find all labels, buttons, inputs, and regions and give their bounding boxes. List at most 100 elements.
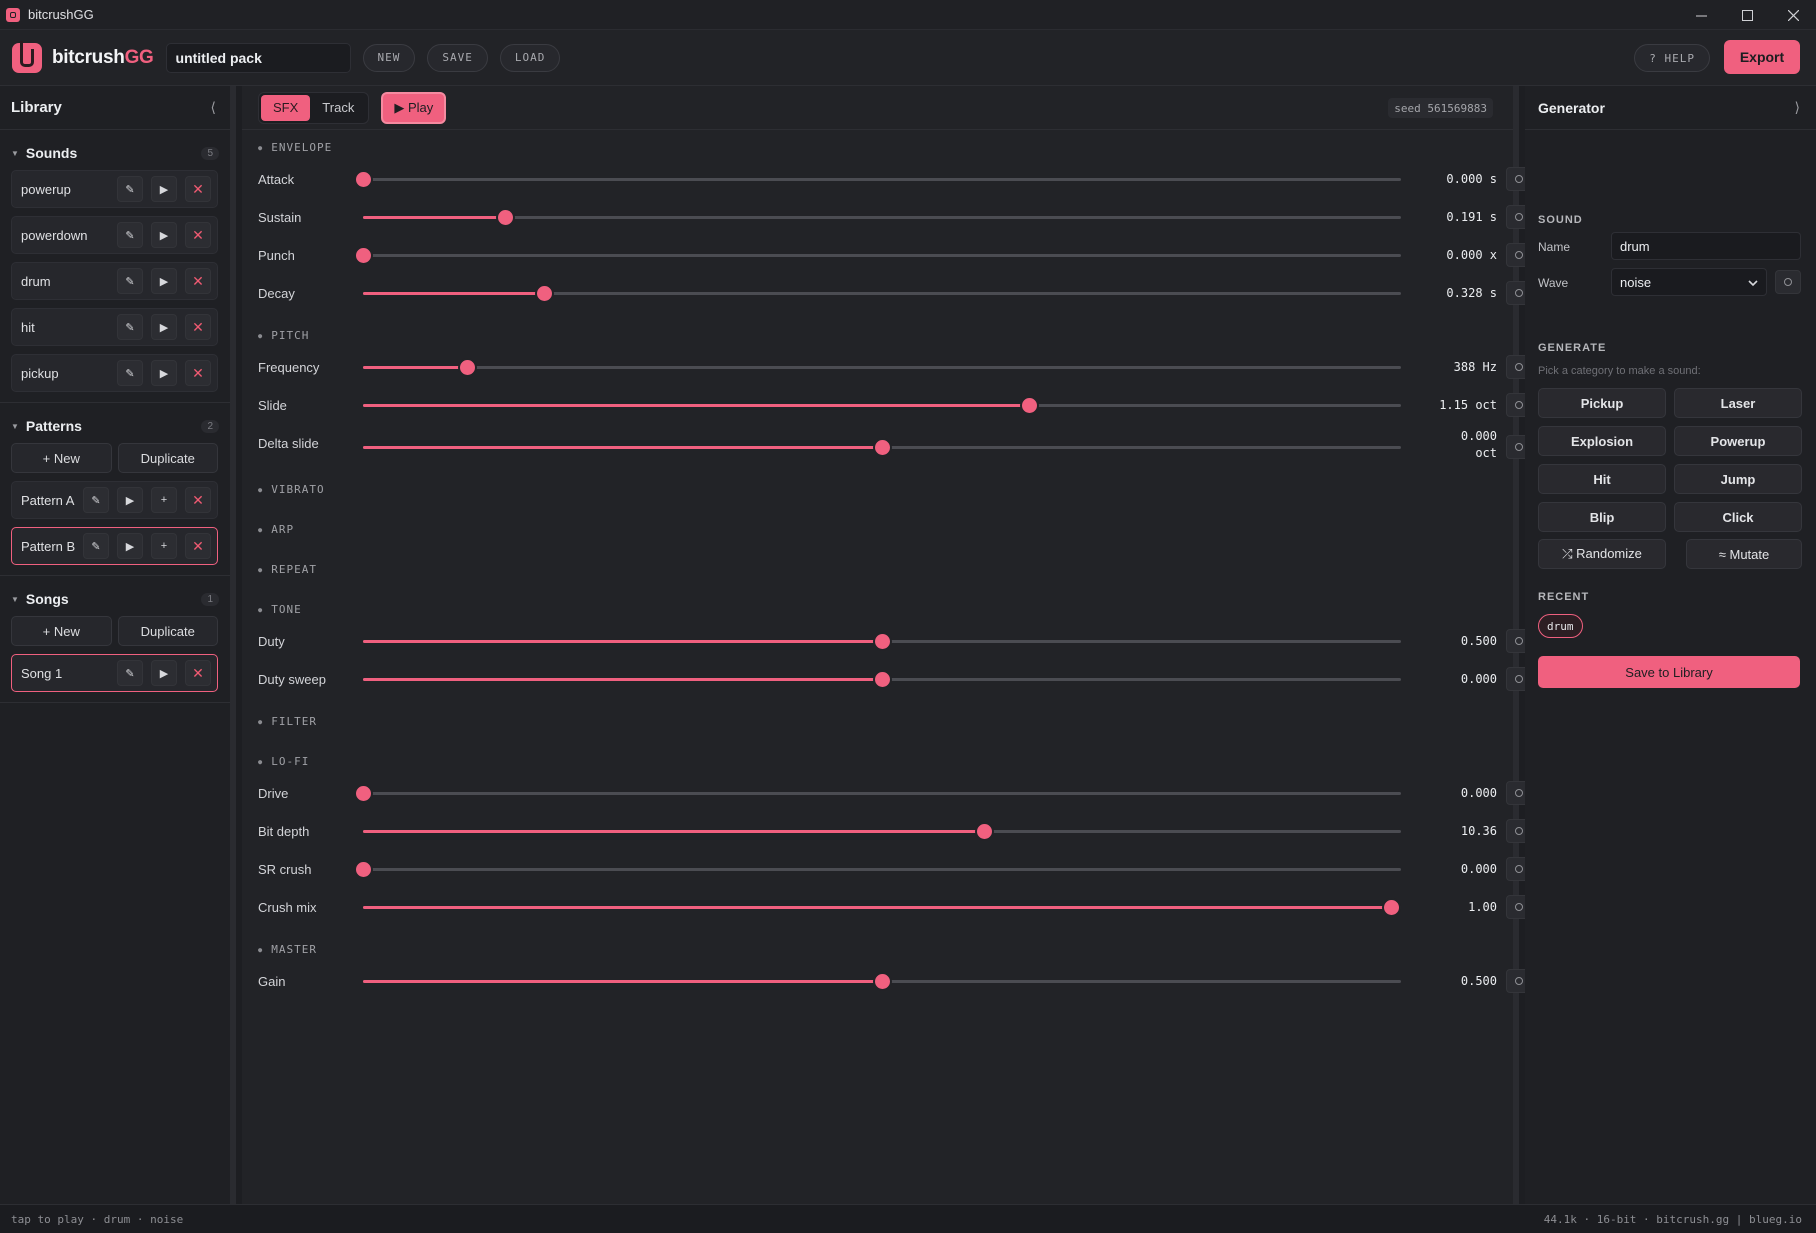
delete-icon[interactable]: ✕ — [185, 268, 211, 294]
play-icon[interactable]: ▶ — [151, 176, 177, 202]
wave-select[interactable]: noise — [1611, 268, 1767, 296]
slider-thumb[interactable] — [459, 360, 475, 375]
slider-thumb[interactable] — [875, 672, 890, 687]
patterns-section-header[interactable]: ▼ Patterns 2 — [11, 415, 219, 437]
library-item[interactable]: Pattern B ✎ ▶ + ✕ — [11, 527, 218, 565]
collapse-generator-icon[interactable]: ⟩ — [1795, 99, 1800, 116]
delete-icon[interactable]: ✕ — [185, 360, 211, 386]
param-slider[interactable] — [363, 900, 1401, 915]
category-explosion-button[interactable]: Explosion — [1538, 426, 1666, 456]
pack-name-input[interactable] — [165, 42, 351, 73]
param-group-repeat[interactable]: ● REPEAT — [258, 563, 317, 576]
songs-section-header[interactable]: ▼ Songs 1 — [11, 588, 219, 610]
category-blip-button[interactable]: Blip — [1538, 502, 1666, 532]
param-group-filter[interactable]: ● FILTER — [258, 715, 317, 728]
new-songs-button[interactable]: + New — [11, 616, 112, 646]
param-slider[interactable] — [363, 286, 1401, 301]
param-slider[interactable] — [363, 634, 1401, 649]
param-group-lo-fi[interactable]: ● LO-FI — [258, 755, 309, 768]
close-window-icon[interactable] — [1770, 0, 1816, 30]
category-click-button[interactable]: Click — [1674, 502, 1802, 532]
category-pickup-button[interactable]: Pickup — [1538, 388, 1666, 418]
duplicate-patterns-button[interactable]: Duplicate — [117, 443, 218, 473]
param-slider[interactable] — [363, 210, 1401, 225]
slider-thumb[interactable] — [1383, 900, 1399, 915]
category-jump-button[interactable]: Jump — [1674, 464, 1802, 494]
delete-icon[interactable]: ✕ — [185, 314, 211, 340]
param-slider[interactable] — [363, 824, 1401, 839]
param-slider[interactable] — [356, 862, 1401, 877]
play-icon[interactable]: ▶ — [151, 268, 177, 294]
play-icon[interactable]: ▶ — [151, 660, 177, 686]
slider-thumb[interactable] — [1022, 398, 1038, 413]
param-slider[interactable] — [356, 786, 1401, 801]
param-group-pitch[interactable]: ● PITCH — [258, 329, 309, 342]
export-button[interactable]: Export — [1724, 40, 1800, 74]
edit-icon[interactable]: ✎ — [117, 268, 143, 294]
duplicate-songs-button[interactable]: Duplicate — [117, 616, 218, 646]
param-slider[interactable] — [363, 672, 1401, 687]
param-group-vibrato[interactable]: ● VIBRATO — [258, 483, 325, 496]
tab-track[interactable]: Track — [310, 95, 366, 121]
library-item[interactable]: pickup ✎ ▶ ✕ — [11, 354, 218, 392]
new-pack-button[interactable]: NEW — [362, 43, 416, 72]
sound-name-input[interactable]: drum — [1611, 232, 1801, 260]
library-item[interactable]: powerup ✎ ▶ ✕ — [11, 170, 218, 208]
play-icon[interactable]: ▶ — [117, 487, 143, 513]
add-icon[interactable]: + — [151, 533, 177, 559]
library-item[interactable]: Pattern A ✎ ▶ + ✕ — [11, 481, 218, 519]
slider-thumb[interactable] — [875, 634, 890, 649]
new-patterns-button[interactable]: + New — [11, 443, 112, 473]
slider-thumb[interactable] — [875, 440, 890, 455]
load-pack-button[interactable]: LOAD — [499, 43, 561, 72]
edit-icon[interactable]: ✎ — [117, 176, 143, 202]
slider-thumb[interactable] — [536, 286, 552, 301]
play-icon[interactable]: ▶ — [151, 360, 177, 386]
param-group-envelope[interactable]: ● ENVELOPE — [258, 141, 332, 154]
edit-icon[interactable]: ✎ — [83, 533, 109, 559]
play-button[interactable]: ▶ Play — [381, 91, 447, 124]
recent-chip-drum[interactable]: drum — [1538, 614, 1583, 638]
library-item[interactable]: drum ✎ ▶ ✕ — [11, 262, 218, 300]
param-group-arp[interactable]: ● ARP — [258, 523, 294, 536]
param-slider[interactable] — [356, 172, 1401, 187]
slider-thumb[interactable] — [356, 172, 371, 187]
seed-badge[interactable]: seed 561569883 — [1388, 98, 1493, 118]
delete-icon[interactable]: ✕ — [185, 222, 211, 248]
save-to-library-button[interactable]: Save to Library — [1538, 656, 1800, 688]
add-icon[interactable]: + — [151, 487, 177, 513]
play-icon[interactable]: ▶ — [151, 222, 177, 248]
edit-icon[interactable]: ✎ — [83, 487, 109, 513]
delete-icon[interactable]: ✕ — [185, 176, 211, 202]
slider-thumb[interactable] — [498, 210, 514, 225]
library-item[interactable]: Song 1 ✎ ▶ ✕ — [11, 654, 218, 692]
slider-thumb[interactable] — [356, 862, 371, 877]
param-slider[interactable] — [363, 360, 1401, 375]
slider-thumb[interactable] — [976, 824, 992, 839]
param-slider[interactable] — [363, 398, 1401, 413]
param-slider[interactable] — [363, 974, 1401, 989]
maximize-icon[interactable] — [1724, 0, 1770, 30]
delete-icon[interactable]: ✕ — [185, 533, 211, 559]
lock-wave-button[interactable] — [1775, 270, 1801, 294]
edit-icon[interactable]: ✎ — [117, 222, 143, 248]
library-item[interactable]: hit ✎ ▶ ✕ — [11, 308, 218, 346]
library-item[interactable]: powerdown ✎ ▶ ✕ — [11, 216, 218, 254]
tab-sfx[interactable]: SFX — [261, 94, 311, 121]
collapse-library-icon[interactable]: ⟨ — [211, 99, 216, 116]
param-slider[interactable] — [356, 248, 1401, 263]
slider-thumb[interactable] — [356, 786, 371, 801]
save-pack-button[interactable]: SAVE — [427, 43, 488, 72]
param-group-tone[interactable]: ● TONE — [258, 603, 302, 616]
delete-icon[interactable]: ✕ — [185, 487, 211, 513]
param-group-master[interactable]: ● MASTER — [258, 943, 317, 956]
minimize-icon[interactable] — [1678, 0, 1724, 30]
mutate-button[interactable]: ≈ Mutate — [1686, 539, 1802, 569]
randomize-button[interactable]: ⤮ Randomize — [1538, 539, 1666, 569]
category-powerup-button[interactable]: Powerup — [1674, 426, 1802, 456]
edit-icon[interactable]: ✎ — [117, 314, 143, 340]
delete-icon[interactable]: ✕ — [185, 660, 211, 686]
play-icon[interactable]: ▶ — [117, 533, 143, 559]
edit-icon[interactable]: ✎ — [117, 660, 143, 686]
param-slider[interactable] — [363, 440, 1401, 455]
